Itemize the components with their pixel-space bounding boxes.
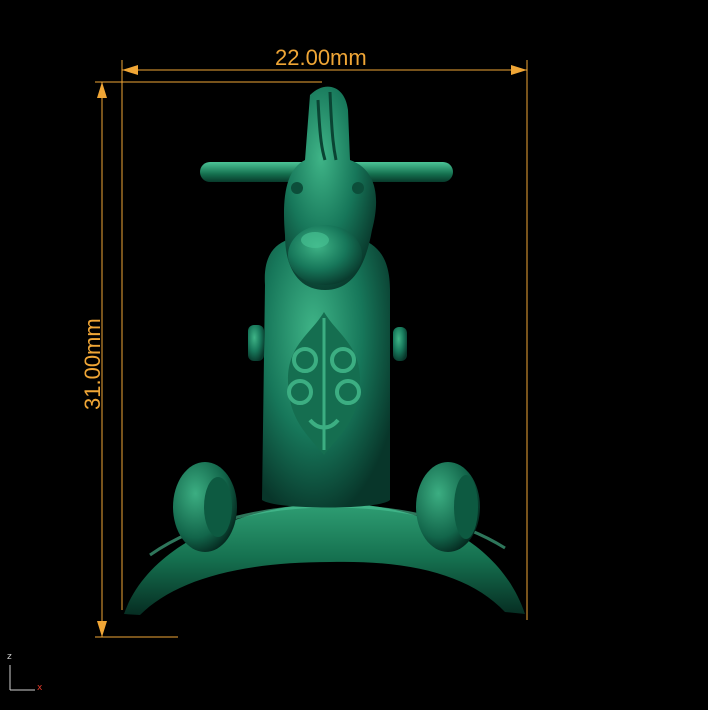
- width-dimension-label: 22.00mm: [275, 45, 367, 70]
- model-render: [9, 60, 528, 691]
- left-peg: [248, 325, 264, 361]
- axis-z-label: z: [7, 652, 12, 662]
- horse-head: [284, 86, 377, 290]
- axis-x-label: x: [37, 683, 43, 693]
- axis-gizmo: [9, 665, 35, 691]
- right-wheel: [416, 462, 480, 552]
- 3d-viewport[interactable]: 22.00mm 31.00mm z x: [0, 0, 708, 710]
- left-wheel: [173, 462, 237, 552]
- right-peg: [393, 327, 407, 361]
- height-dimension-label: 31.00mm: [80, 318, 105, 410]
